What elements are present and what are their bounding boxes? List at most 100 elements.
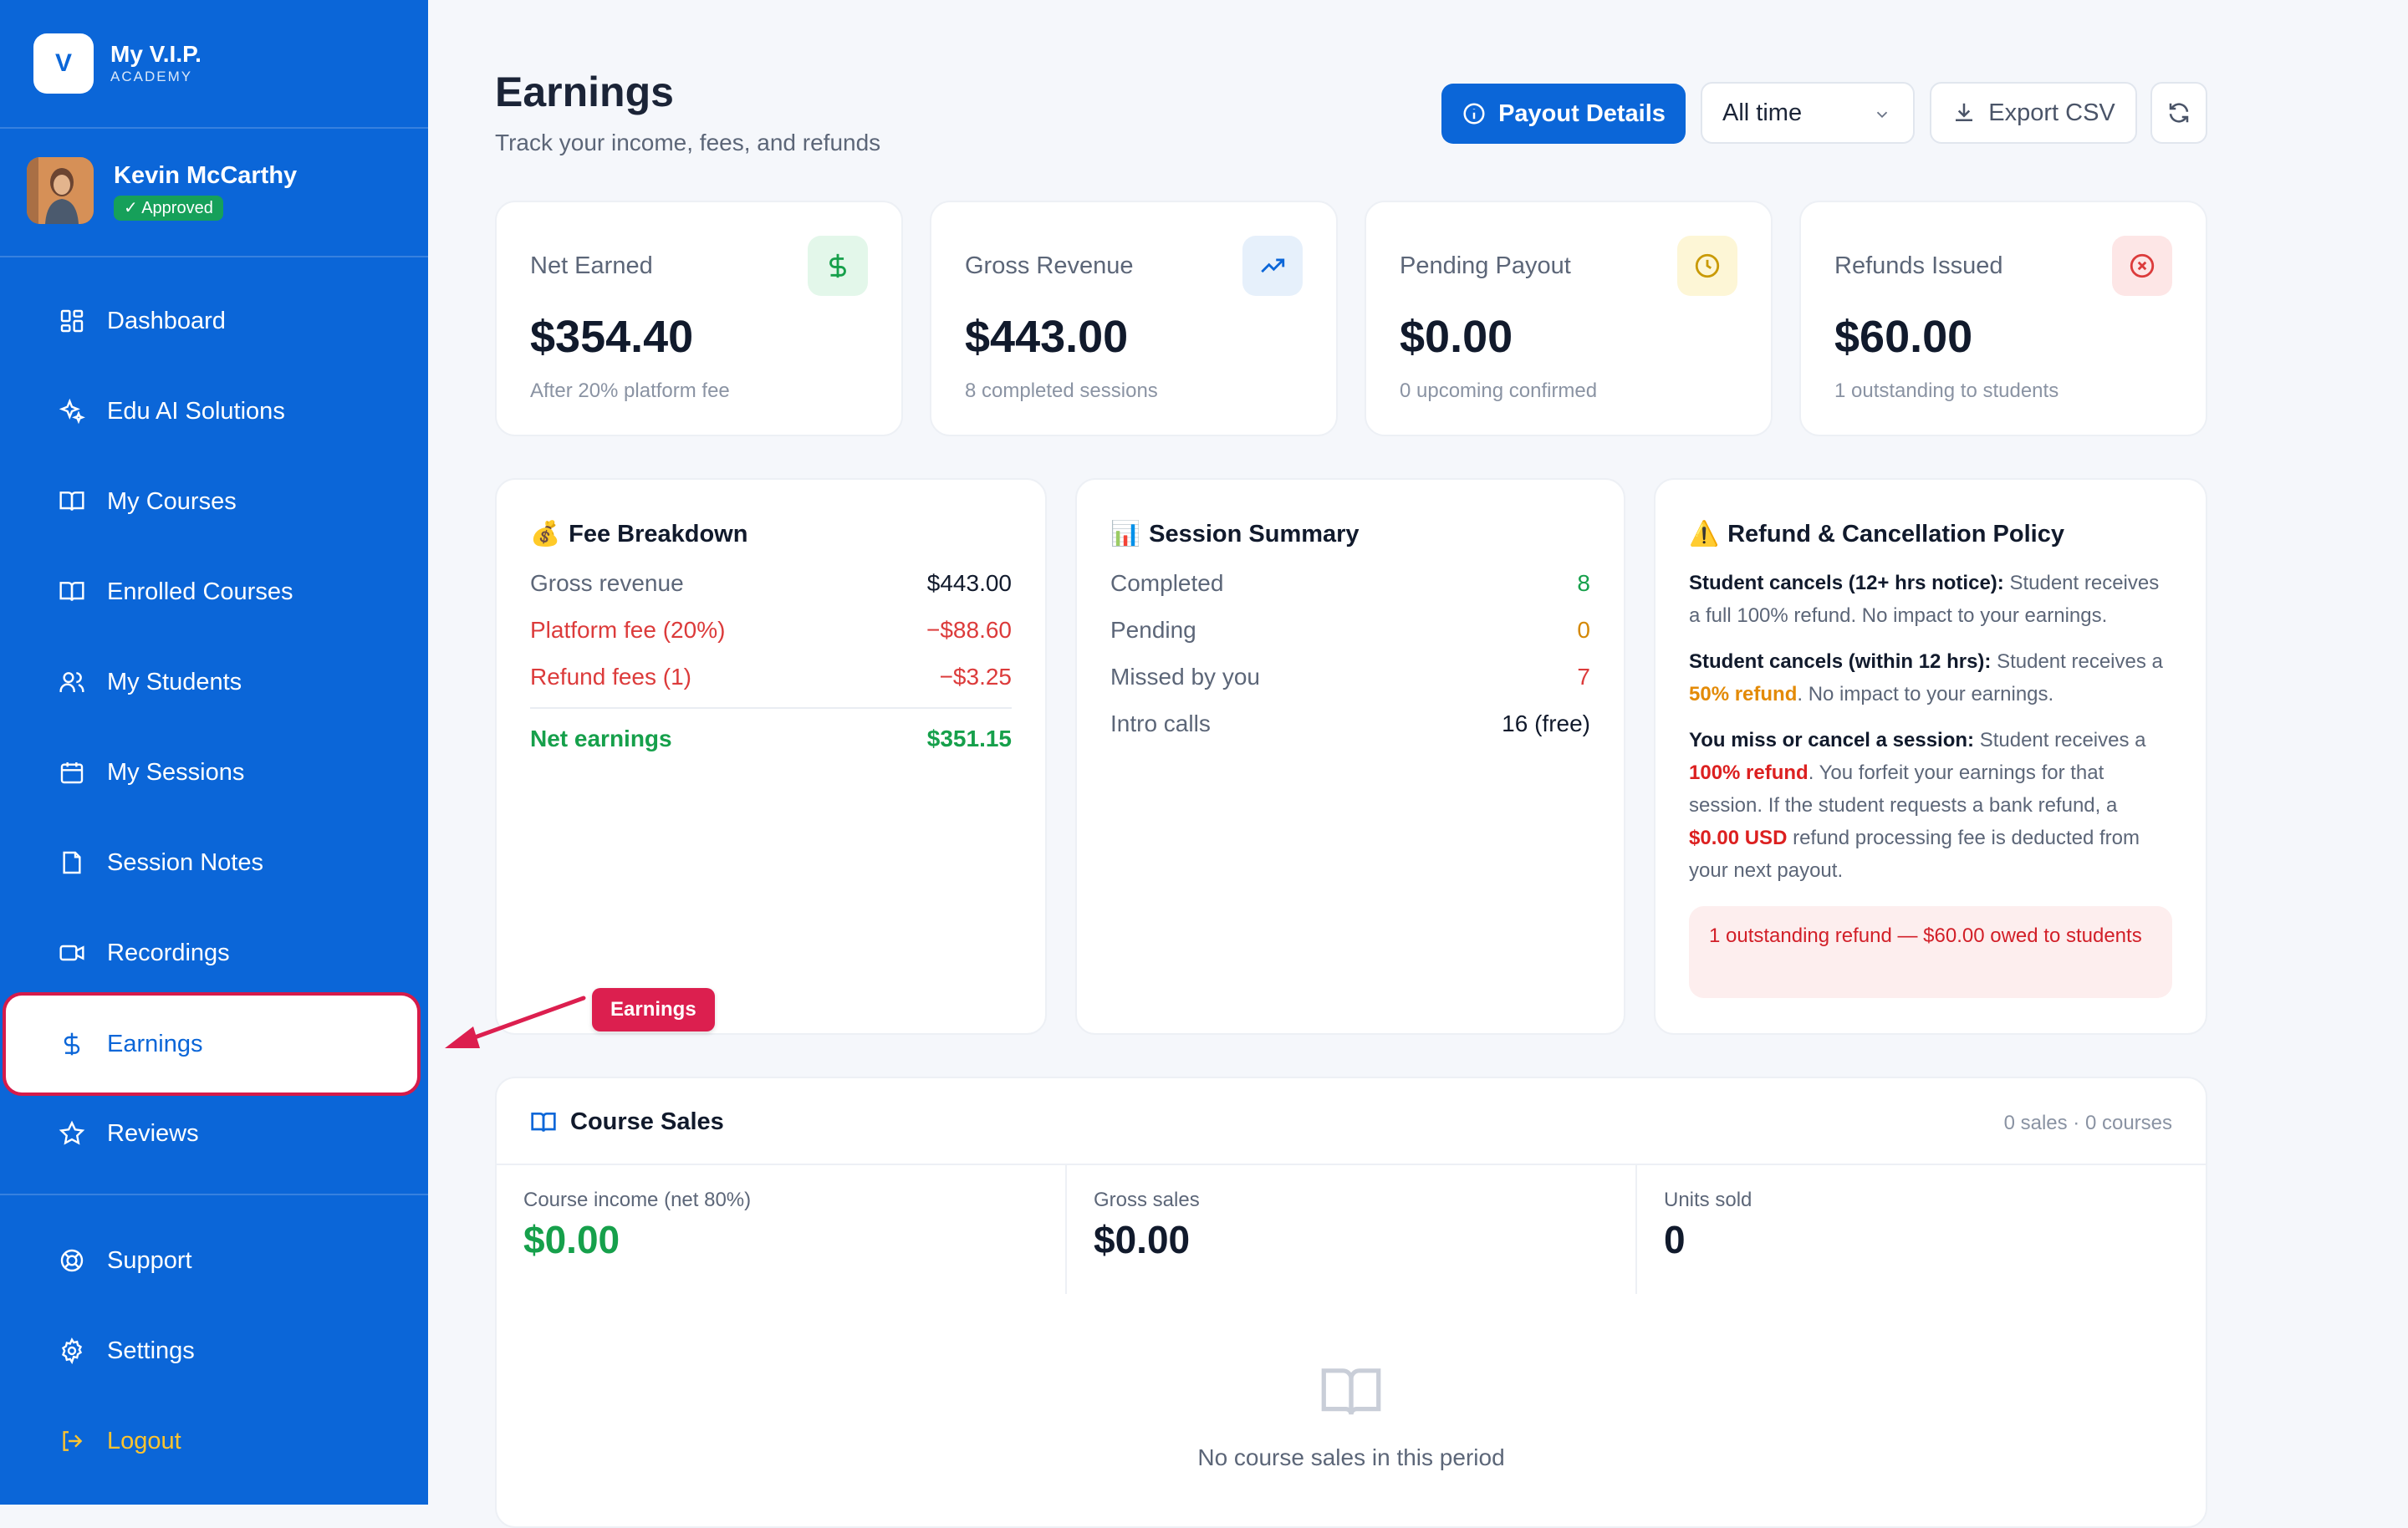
summary-row-value: 0 [1577,617,1590,643]
gross-sales-metric: Gross sales $0.00 [1067,1164,1635,1294]
stat-icon-box [2112,236,2172,296]
bar-chart-icon: 📊 [1110,521,1141,548]
summary-row-label: Pending [1110,617,1196,643]
sidebar-item-enrolled-courses[interactable]: Enrolled Courses [13,553,415,630]
payout-details-label: Payout Details [1498,99,1666,127]
sidebar-item-label: Earnings [107,1030,203,1057]
policy-highlight: 100% refund [1689,761,1809,784]
summary-row-value: 8 [1577,570,1590,596]
gear-icon [61,1337,83,1364]
net-earnings-value: $351.15 [926,726,1012,751]
brand-badge: V [33,33,94,94]
dollar-icon [64,1032,80,1056]
card-title-text: Refund & Cancellation Policy [1727,520,2064,548]
divider [530,707,1012,709]
fee-row-value: $443.00 [926,570,1012,596]
card-title: 📊 Session Summary [1110,520,1360,548]
sidebar-item-settings[interactable]: Settings [13,1312,415,1389]
period-select[interactable]: All time [1701,82,1915,144]
sidebar-item-my-courses[interactable]: My Courses [13,463,415,540]
stat-value: $0.00 [1400,312,1513,362]
avatar [27,157,94,224]
summary-row: Completed 8 [1110,570,1590,604]
card-title-text: Session Summary [1149,520,1360,548]
session-summary-card: 📊 Session Summary Completed 8 Pending 0 … [1075,478,1625,1035]
stat-value: $443.00 [965,312,1129,362]
summary-row: Missed by you 7 [1110,664,1590,697]
stat-note: 1 outstanding to students [1834,379,2059,402]
video-icon [59,945,84,961]
annotation-arrow [445,996,586,1048]
stat-note: After 20% platform fee [530,379,730,402]
dollar-icon [829,253,846,278]
stat-icon-box [808,236,868,296]
sidebar-item-label: My Students [107,668,242,695]
fee-row: Gross revenue $443.00 [530,570,1012,604]
card-title-text: Course Sales [570,1108,724,1135]
fee-row-value: −$88.60 [926,617,1012,643]
period-select-value: All time [1722,99,1803,126]
summary-row: Pending 0 [1110,617,1590,650]
policy-text: Student receives a [1991,650,2163,673]
warning-icon: ⚠️ [1689,521,1720,548]
net-earnings-row: Net earnings $351.15 [530,726,1012,759]
policy-highlight: 50% refund [1689,683,1798,705]
divider [0,256,428,257]
payout-details-button[interactable]: Payout Details [1441,84,1686,144]
sidebar-item-reviews[interactable]: Reviews [13,1095,415,1172]
refresh-button[interactable] [2150,82,2207,144]
sidebar-item-recordings[interactable]: Recordings [13,914,415,991]
policy-paragraph: Student cancels (within 12 hrs): Student… [1689,645,2172,711]
stat-card-refunds-issued: Refunds Issued $60.00 1 outstanding to s… [1799,201,2207,436]
sidebar-item-label: Recordings [107,939,230,966]
stat-label: Pending Payout [1400,252,1571,279]
page-subtitle: Track your income, fees, and refunds [495,130,881,155]
policy-heading: Student cancels (within 12 hrs): [1689,650,1992,673]
stat-label: Gross Revenue [965,252,1134,279]
note-icon [63,851,81,874]
profile-name: Kevin McCarthy [114,162,298,189]
sidebar-item-support[interactable]: Support [13,1222,415,1299]
stat-value: $354.40 [530,312,694,362]
policy-heading: You miss or cancel a session: [1689,729,1975,751]
policy-heading: Student cancels (12+ hrs notice): [1689,572,2004,594]
brand-logo[interactable]: V My V.I.P. ACADEMY [33,33,202,94]
sidebar-item-my-students[interactable]: My Students [13,644,415,721]
sidebar-item-my-sessions[interactable]: My Sessions [13,734,415,811]
sidebar-item-dashboard[interactable]: Dashboard [13,283,415,359]
sidebar-item-logout[interactable]: Logout [13,1403,415,1480]
sidebar-item-edu-ai[interactable]: Edu AI Solutions [13,373,415,450]
sidebar-item-session-notes[interactable]: Session Notes [13,824,415,901]
units-sold-metric: Units sold 0 [1637,1164,2206,1294]
trending-up-icon [1261,258,1285,273]
refresh-icon [2169,103,2189,123]
policy-text: . No impact to your earnings. [1797,683,2054,705]
sidebar-item-label: Settings [107,1337,195,1364]
sidebar: V My V.I.P. ACADEMY Kevin McCarthy ✓ App… [0,0,428,1505]
calendar-icon [60,762,84,784]
fee-breakdown-card: 💰 Fee Breakdown Gross revenue $443.00 Pl… [495,478,1047,1035]
dashboard-icon [60,309,84,333]
metric-value: $0.00 [1094,1218,1191,1261]
star-icon [59,1120,85,1145]
sidebar-item-label: Enrolled Courses [107,578,293,605]
stat-label: Refunds Issued [1834,252,2003,279]
outstanding-refund-alert: 1 outstanding refund — $60.00 owed to st… [1689,906,2172,998]
summary-row-label: Completed [1110,570,1224,596]
info-icon [1463,103,1485,125]
sidebar-item-earnings[interactable]: Earnings [10,1000,413,1088]
stat-value: $60.00 [1834,312,1973,362]
fee-row: Refund fees (1) −$3.25 [530,664,1012,697]
book-open-icon [59,492,84,511]
fee-row-value: −$3.25 [939,664,1012,690]
export-csv-button[interactable]: Export CSV [1930,82,2137,144]
course-income-metric: Course income (net 80%) $0.00 [497,1164,1065,1294]
refund-policy-card: ⚠️ Refund & Cancellation Policy Student … [1654,478,2207,1035]
divider [0,1194,428,1195]
sidebar-item-label: My Sessions [107,758,245,786]
sidebar-item-label: Session Notes [107,848,263,876]
policy-paragraph: You miss or cancel a session: Student re… [1689,724,2172,887]
profile-card[interactable]: Kevin McCarthy ✓ Approved [27,157,297,224]
page-title: Earnings [495,69,674,115]
stat-icon-box [1677,236,1737,296]
